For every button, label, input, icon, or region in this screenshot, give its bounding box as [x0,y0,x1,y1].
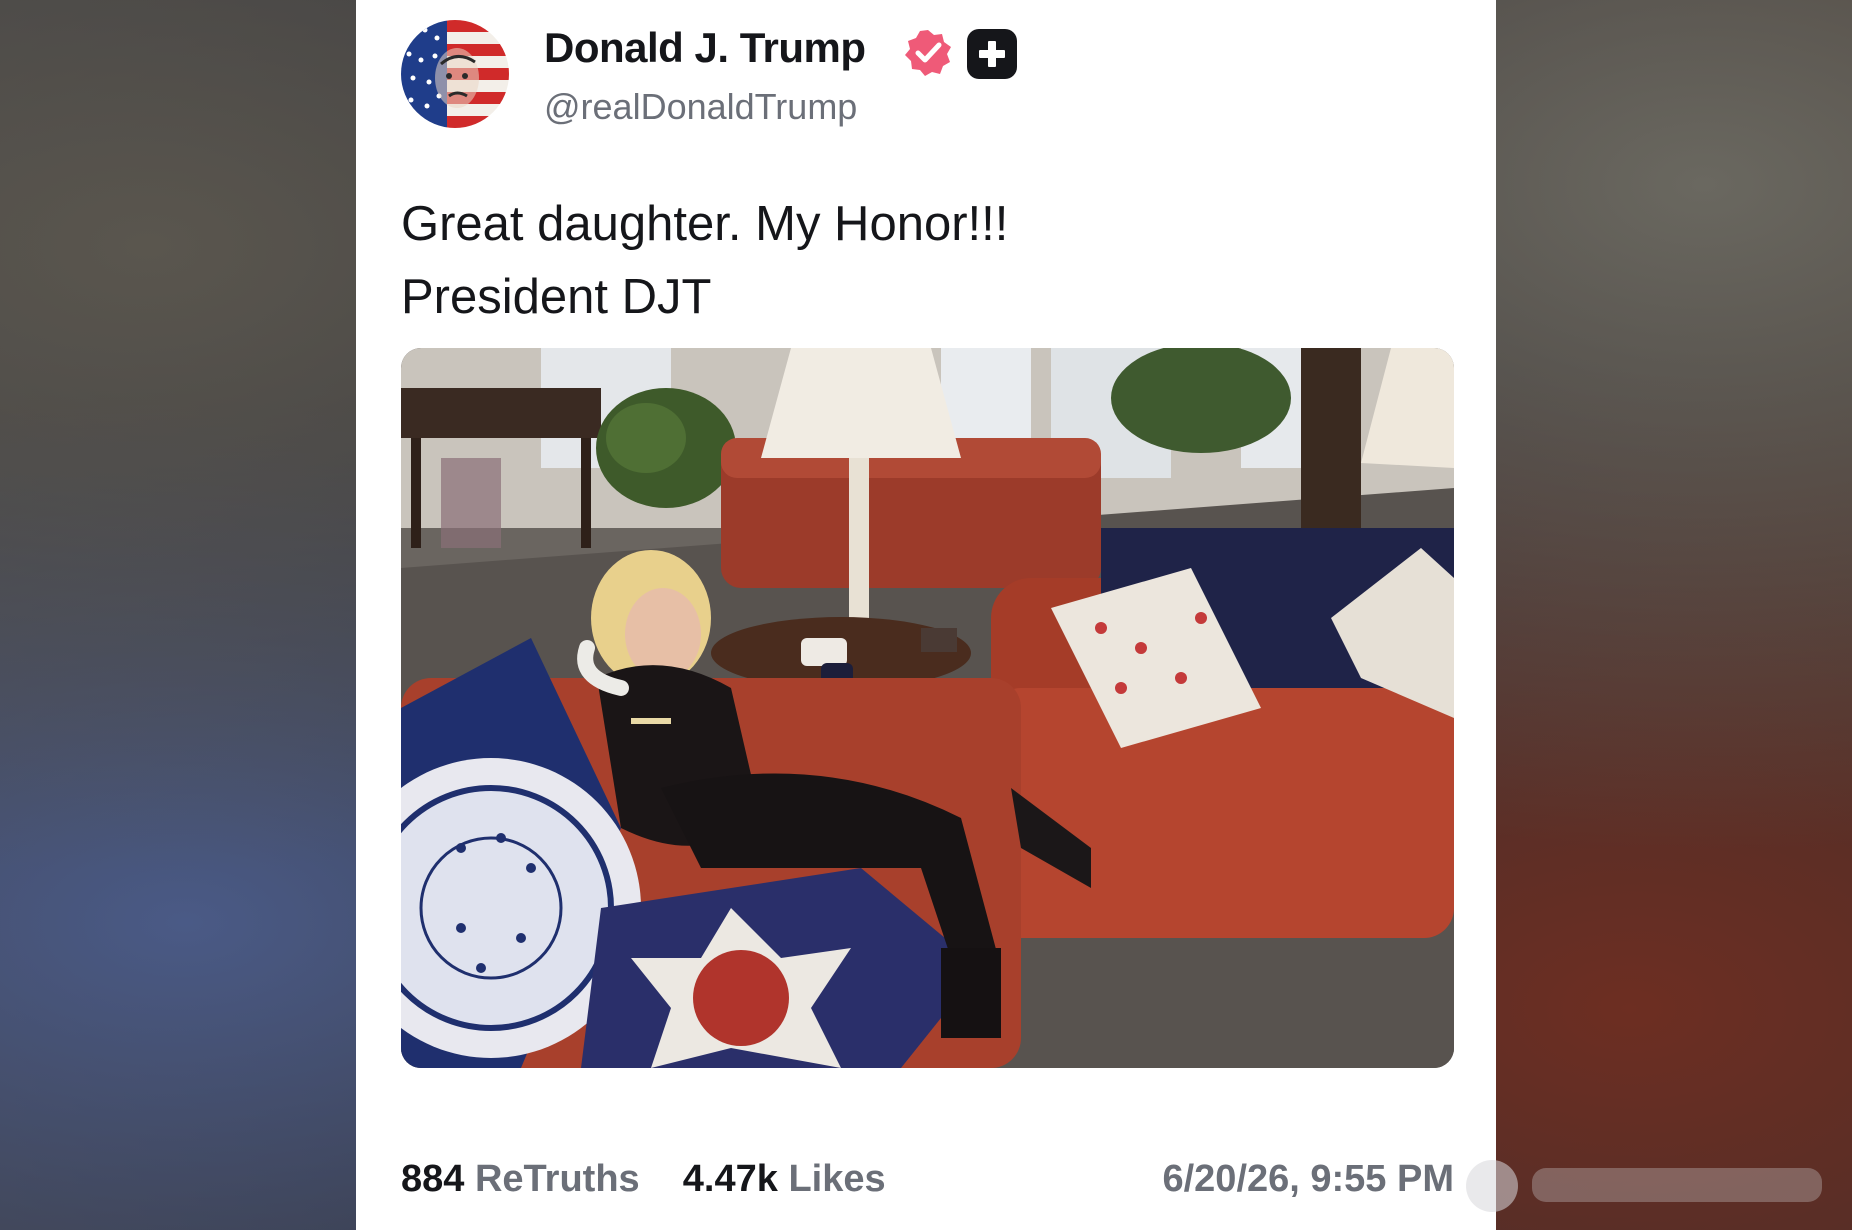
watermark [1462,1150,1842,1220]
retruths-count[interactable]: 884 [401,1158,464,1200]
verified-badge-icon [903,28,953,78]
author-handle[interactable]: @realDonaldTrump [544,86,857,128]
post-image-illustration [401,348,1454,1068]
author-display-name[interactable]: Donald J. Trump [544,24,866,72]
avatar-image [401,20,509,128]
post-image[interactable] [401,348,1454,1068]
post-card: Donald J. Trump @realDonaldTrump Great d… [356,0,1496,1230]
post-text: Great daughter. My Honor!!! President DJ… [401,197,1009,324]
retruths-label[interactable]: ReTruths [475,1158,640,1200]
likes-count[interactable]: 4.47k [683,1158,778,1200]
post-stats: 884 ReTruths 4.47k Likes [401,1158,886,1201]
avatar[interactable] [401,20,509,128]
plus-badge-icon [967,29,1017,79]
likes-label[interactable]: Likes [788,1158,885,1200]
post-timestamp: 6/20/26, 9:55 PM [1162,1158,1454,1200]
